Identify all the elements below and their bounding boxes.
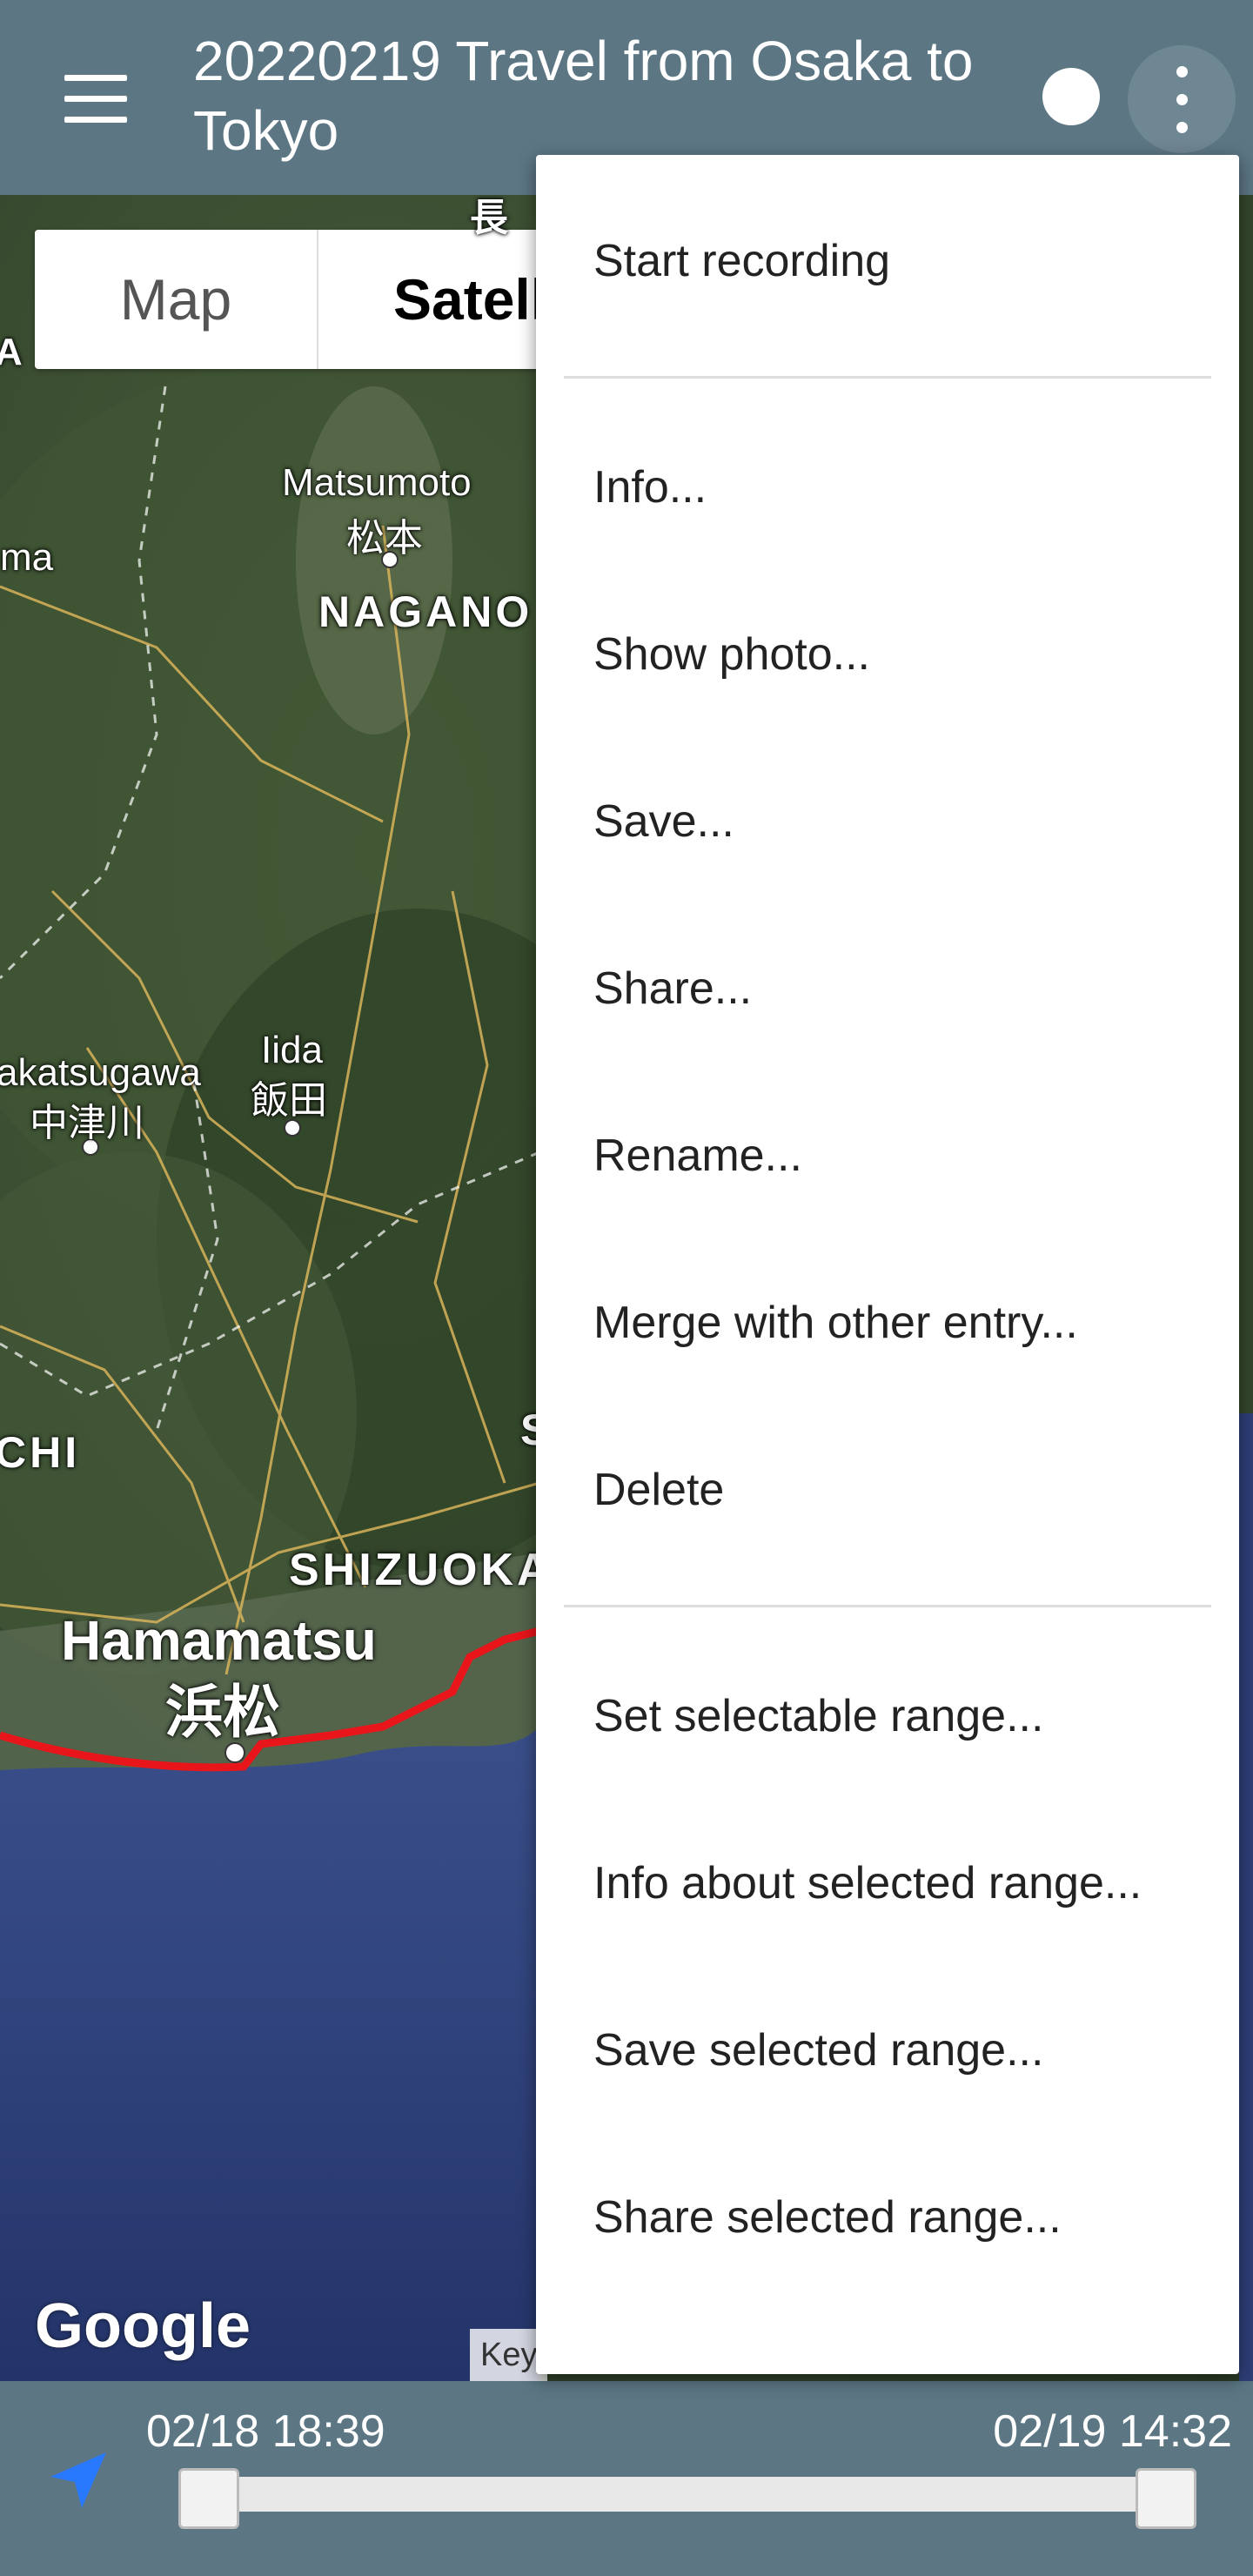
menu-item-start-recording[interactable]: Start recording <box>593 235 890 287</box>
map-label-iida-en: Iida <box>261 1029 323 1071</box>
range-slider-start-thumb[interactable] <box>178 2468 239 2529</box>
menu-item-merge[interactable]: Merge with other entry... <box>593 1297 1078 1349</box>
menu-item-share[interactable]: Share... <box>593 963 752 1015</box>
map-label-edge-ma: ma <box>0 536 54 579</box>
map-label-nagano-top: 長 <box>470 197 508 239</box>
range-slider-track[interactable] <box>209 2477 1149 2512</box>
range-end-time: 02/19 14:32 <box>993 2406 1232 2457</box>
map-label-matsumoto-en: Matsumoto <box>282 461 472 504</box>
map-label-nakatsugawa-en: akatsugawa <box>0 1051 201 1094</box>
record-dot-icon[interactable] <box>1042 68 1100 125</box>
map-label-iida-jp: 飯田 <box>251 1079 327 1122</box>
menu-item-rename[interactable]: Rename... <box>593 1130 802 1182</box>
menu-item-info-selected-range[interactable]: Info about selected range... <box>593 1857 1142 1909</box>
menu-item-set-selectable-range[interactable]: Set selectable range... <box>593 1690 1043 1742</box>
map-label-chi: CHI <box>0 1428 81 1477</box>
more-vert-icon[interactable] <box>1128 45 1236 153</box>
time-range-bar: 02/18 18:39 02/19 14:32 <box>0 2381 1253 2576</box>
overflow-menu: Start recording Info... Show photo... Sa… <box>536 155 1239 2374</box>
map-label-shizuoka: SHIZUOKA <box>289 1545 553 1595</box>
map-label-edge-a: A <box>0 331 23 373</box>
menu-divider <box>564 1605 1211 1607</box>
map-label-nakatsugawa-jp: 中津川 <box>30 1102 144 1144</box>
hamburger-icon[interactable] <box>52 66 139 132</box>
menu-item-save-selected-range[interactable]: Save selected range... <box>593 2024 1043 2076</box>
menu-item-save[interactable]: Save... <box>593 795 734 848</box>
map-label-matsumoto-jp: 松本 <box>346 517 423 560</box>
google-logo: Google <box>35 2291 251 2361</box>
map-label-hamamatsu-en: Hamamatsu <box>61 1609 377 1672</box>
map-label-nagano: NAGANO <box>318 587 533 636</box>
menu-item-show-photo[interactable]: Show photo... <box>593 628 870 681</box>
range-start-time: 02/18 18:39 <box>146 2406 385 2457</box>
menu-item-share-selected-range[interactable]: Share selected range... <box>593 2191 1062 2244</box>
menu-item-delete[interactable]: Delete <box>593 1464 724 1516</box>
range-slider-end-thumb[interactable] <box>1136 2468 1196 2529</box>
map-label-hamamatsu-jp: 浜松 <box>165 1680 280 1744</box>
navigation-arrow-icon[interactable] <box>44 2445 113 2515</box>
menu-divider <box>564 376 1211 379</box>
page-title: 20220219 Travel from Osaka to Tokyo <box>193 30 974 162</box>
menu-item-info[interactable]: Info... <box>593 461 707 513</box>
map-type-map-button[interactable]: Map <box>35 230 318 369</box>
